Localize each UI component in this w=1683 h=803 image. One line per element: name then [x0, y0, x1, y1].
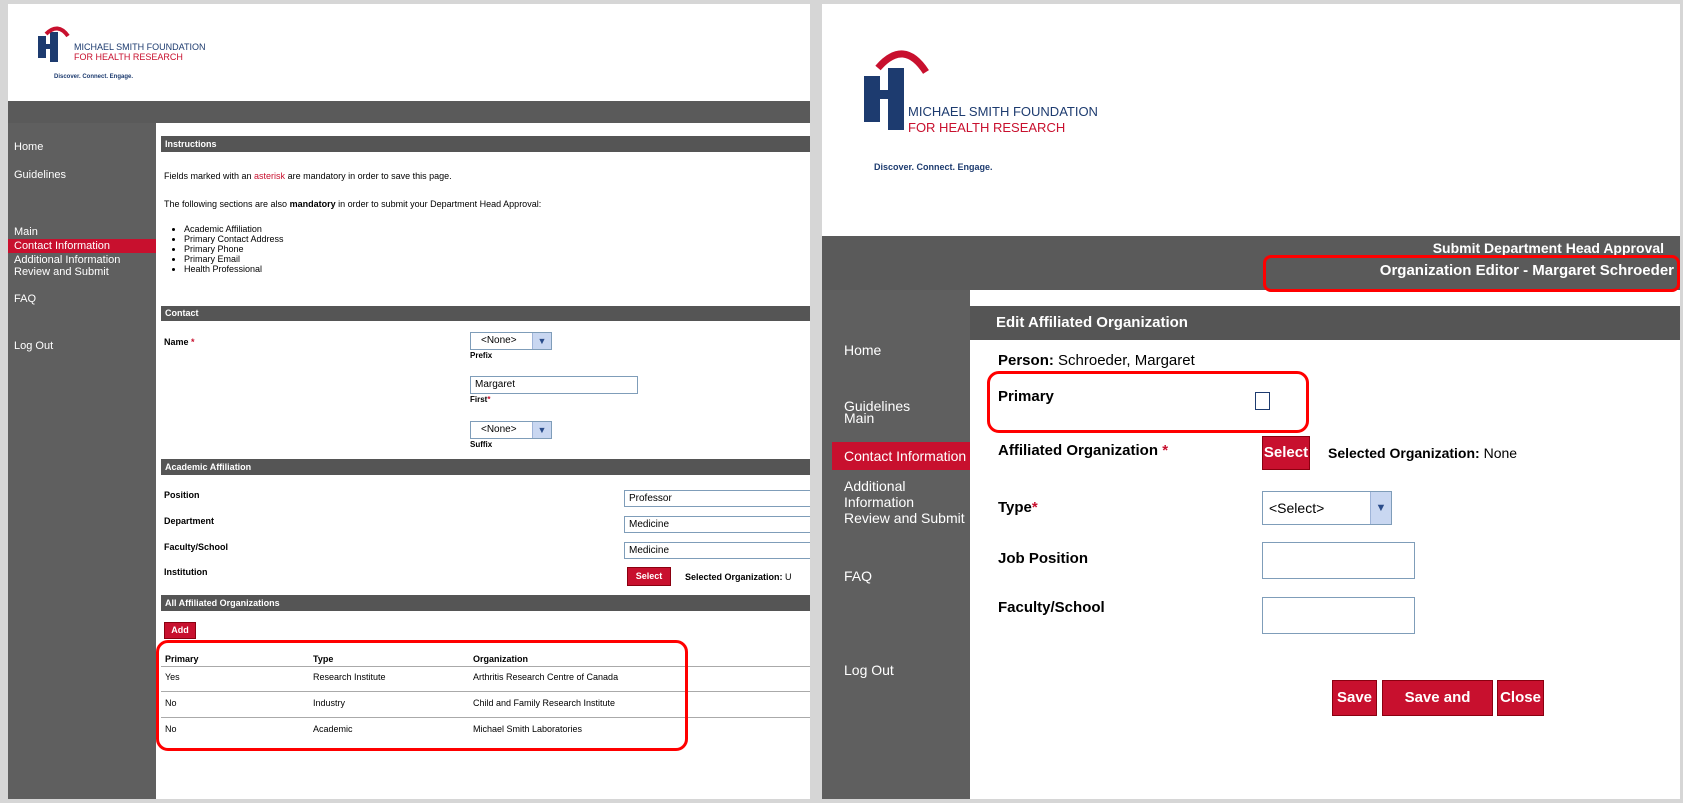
job-position-label: Job Position — [998, 550, 1088, 567]
type-label: Type* — [998, 499, 1038, 516]
save-and-close-button[interactable]: Save and Close — [1382, 680, 1493, 740]
contact-header: Contact — [161, 306, 810, 321]
prefix-label: Prefix — [470, 351, 493, 360]
type-label-text: Type — [998, 499, 1032, 516]
top-header-bar — [8, 101, 810, 123]
type-select[interactable]: <Select> ▼ — [1262, 491, 1392, 525]
edit-affiliated-organization-header: Edit Affiliated Organization — [970, 306, 1680, 340]
header-title: Submit Department Head Approval — [1432, 240, 1664, 256]
list-item: Health Professional — [184, 264, 284, 274]
list-item: Primary Email — [184, 254, 284, 264]
sidebar: Home Guidelines Main Contact Information… — [822, 290, 970, 799]
sidebar: Home Guidelines Main Contact Information… — [8, 123, 156, 799]
list-item: Primary Phone — [184, 244, 284, 254]
left-screenshot-panel: MICHAEL SMITH FOUNDATION FOR HEALTH RESE… — [8, 4, 810, 799]
highlight-organization-editor — [1263, 255, 1680, 292]
suffix-label: Suffix — [470, 440, 493, 449]
affiliated-organization-label: Affiliated Organization * — [998, 442, 1169, 459]
faculty-school-input[interactable]: Medicine — [624, 542, 810, 559]
chevron-down-icon: ▼ — [532, 333, 551, 349]
instructions-line1-text: Fields marked with an — [164, 171, 255, 181]
organization-select-button[interactable]: Select — [1262, 436, 1310, 470]
type-value: <Select> — [1269, 500, 1325, 516]
selected-organization-value: None — [1483, 445, 1518, 461]
nav-logout[interactable]: Log Out — [844, 662, 894, 678]
first-label-text: First — [470, 395, 488, 404]
prefix-value: <None> — [481, 335, 517, 346]
highlight-primary — [987, 371, 1309, 433]
nav-review-submit[interactable]: Review and Submit — [8, 266, 109, 278]
all-affiliated-organizations-header: All Affiliated Organizations — [161, 595, 810, 611]
selected-organization: Selected Organization: U — [685, 572, 792, 582]
highlight-affiliations-table — [156, 640, 688, 751]
suffix-value: <None> — [481, 424, 517, 435]
position-input[interactable]: Professor — [624, 490, 810, 507]
close-button[interactable]: Close — [1497, 680, 1544, 716]
selected-organization-label: Selected Organization: — [685, 572, 783, 582]
suffix-select[interactable]: <None> ▼ — [470, 421, 552, 439]
logo-mark-icon — [38, 26, 70, 62]
nav-additional-information[interactable]: Additional Information — [844, 478, 970, 510]
instructions-header: Instructions — [161, 136, 810, 152]
person-line: Person: Schroeder, Margaret — [998, 352, 1195, 369]
nav-main-label[interactable]: Main — [844, 410, 874, 426]
add-organization-button[interactable]: Add — [164, 622, 196, 639]
instructions-line2-text-end: in order to submit your Department Head … — [335, 199, 542, 209]
nav-contact-information[interactable]: Contact Information — [8, 239, 156, 253]
logo-tagline: Discover. Connect. Engage. — [54, 74, 134, 80]
name-label: Name * — [164, 337, 195, 347]
academic-affiliation-header: Academic Affiliation — [161, 459, 810, 475]
selected-organization-value: U — [785, 572, 792, 582]
faculty-school-label: Faculty/School — [164, 542, 229, 552]
nav-additional-information[interactable]: Additional Information — [8, 254, 120, 266]
nav-logout[interactable]: Log Out — [8, 340, 53, 352]
nav-home[interactable]: Home — [844, 342, 881, 358]
first-name-input[interactable]: Margaret — [470, 376, 638, 394]
faculty-school-label: Faculty/School — [998, 599, 1105, 616]
chevron-down-icon: ▼ — [532, 422, 551, 438]
department-input[interactable]: Medicine — [624, 516, 810, 533]
asterisk-word: asterisk — [254, 171, 286, 181]
selected-organization-label: Selected Organization: — [1328, 445, 1480, 461]
msfhr-logo-large: MICHAEL SMITH FOUNDATION FOR HEALTH RESE… — [860, 42, 1120, 182]
nav-main[interactable]: Main — [8, 226, 38, 238]
nav-review-submit[interactable]: Review and Submit — [844, 510, 965, 526]
faculty-school-input[interactable] — [1262, 597, 1415, 634]
logo-line1: MICHAEL SMITH FOUNDATION — [908, 104, 1098, 119]
job-position-input[interactable] — [1262, 542, 1415, 579]
person-label: Person: — [998, 352, 1054, 369]
nav-contact-information[interactable]: Contact Information — [832, 442, 970, 470]
person-value: Schroeder, Margaret — [1058, 352, 1195, 369]
logo-line2: FOR HEALTH RESEARCH — [74, 52, 183, 62]
nav-home[interactable]: Home — [8, 141, 43, 153]
list-item: Academic Affiliation — [184, 224, 284, 234]
first-label: First* — [470, 395, 491, 404]
institution-select-button[interactable]: Select — [627, 567, 671, 586]
list-item: Primary Contact Address — [184, 234, 284, 244]
affiliated-organization-label-text: Affiliated Organization — [998, 442, 1159, 459]
instructions-line2-text: The following sections are also — [164, 199, 290, 209]
msfhr-logo: MICHAEL SMITH FOUNDATION FOR HEALTH RESE… — [36, 24, 216, 94]
logo-line2: FOR HEALTH RESEARCH — [908, 120, 1066, 135]
instructions-line1-text-end: are mandatory in order to save this page… — [285, 171, 452, 181]
instructions-line1: Fields marked with an asterisk are manda… — [164, 171, 452, 181]
logo-line1: MICHAEL SMITH FOUNDATION — [74, 42, 206, 52]
instructions-line2: The following sections are also mandator… — [164, 199, 541, 209]
prefix-select[interactable]: <None> ▼ — [470, 332, 552, 350]
save-button[interactable]: Save — [1332, 680, 1377, 716]
nav-guidelines[interactable]: Guidelines — [8, 169, 66, 181]
nav-faq[interactable]: FAQ — [8, 293, 36, 305]
name-label-text: Name — [164, 337, 189, 347]
logo-tagline: Discover. Connect. Engage. — [874, 162, 993, 172]
mandatory-word: mandatory — [289, 199, 336, 209]
mandatory-sections-list: Academic Affiliation Primary Contact Add… — [164, 224, 284, 274]
selected-organization: Selected Organization: None — [1328, 445, 1517, 461]
institution-label: Institution — [164, 567, 208, 577]
department-label: Department — [164, 516, 215, 526]
nav-faq[interactable]: FAQ — [844, 568, 872, 584]
position-label: Position — [164, 490, 200, 500]
chevron-down-icon: ▼ — [1370, 492, 1391, 524]
right-screenshot-panel: MICHAEL SMITH FOUNDATION FOR HEALTH RESE… — [822, 4, 1680, 799]
